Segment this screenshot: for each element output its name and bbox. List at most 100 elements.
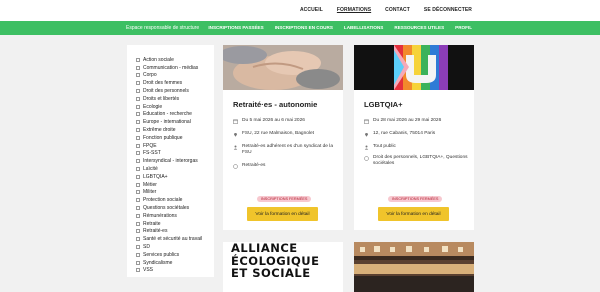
subnav-ressources-utiles[interactable]: RESSOURCES UTILES	[394, 25, 444, 30]
filter-checkbox[interactable]	[136, 135, 140, 140]
filter-checkbox[interactable]	[136, 245, 140, 250]
card-title: LGBTQIA+	[364, 100, 403, 109]
filter-item[interactable]: Protection sociale	[136, 196, 214, 204]
subnav-labellisations[interactable]: LABELLISATIONS	[344, 25, 383, 30]
filter-item[interactable]: VSS	[136, 267, 214, 275]
filter-item[interactable]: Syndicalisme	[136, 259, 214, 267]
filter-checkbox[interactable]	[136, 174, 140, 179]
card-image	[223, 45, 343, 90]
card-public: Tout public	[373, 144, 396, 149]
filter-checkbox[interactable]	[136, 112, 140, 117]
filter-item[interactable]: Europe - international	[136, 118, 214, 126]
filter-checkbox[interactable]	[136, 151, 140, 156]
filter-item[interactable]: Services publics	[136, 251, 214, 259]
main-nav: ACCUEIL FORMATIONS CONTACT SE DÉCONNECTE…	[286, 7, 472, 13]
filter-label: Laïcité	[143, 166, 158, 173]
filter-checkbox[interactable]	[136, 206, 140, 211]
filter-label: FPQE	[143, 142, 157, 149]
space-bar: Espace responsable de structure INSCRIPT…	[0, 21, 600, 35]
filter-checkbox[interactable]	[136, 96, 140, 101]
filter-checkbox[interactable]	[136, 237, 140, 242]
filter-label: Droits et libertés	[143, 95, 180, 102]
subnav-profil[interactable]: PROFIL	[455, 25, 472, 30]
card-theme: Droit des personnels, LGBTQIA+, Question…	[373, 155, 468, 166]
card-place: 12, rue Cabanis, 75014 Paris	[373, 131, 436, 136]
filter-item[interactable]: Questions sociétales	[136, 204, 214, 212]
nav-accueil[interactable]: ACCUEIL	[300, 7, 323, 13]
filter-item[interactable]: FPQE	[136, 142, 214, 150]
filter-sidebar: Action sociale Communication - médias Corp…	[127, 45, 214, 277]
nav-formations[interactable]: FORMATIONS	[337, 7, 371, 13]
filter-checkbox[interactable]	[136, 198, 140, 203]
filter-item[interactable]: Droit des personnels	[136, 87, 214, 95]
space-title: Espace responsable de structure	[126, 25, 200, 31]
filter-item[interactable]: Militer	[136, 189, 214, 197]
filter-checkbox[interactable]	[136, 221, 140, 226]
filter-checkbox[interactable]	[136, 190, 140, 195]
filter-checkbox[interactable]	[136, 229, 140, 234]
filter-checkbox[interactable]	[136, 213, 140, 218]
filter-checkbox[interactable]	[136, 81, 140, 86]
filter-label: Droit des personnels	[143, 88, 189, 95]
location-pin-icon	[233, 132, 238, 137]
filter-checkbox[interactable]	[136, 120, 140, 125]
filter-item[interactable]: Extrême droite	[136, 126, 214, 134]
filter-checkbox[interactable]	[136, 268, 140, 273]
filter-label: Métier	[143, 181, 157, 188]
calendar-icon	[364, 119, 369, 124]
filter-checkbox[interactable]	[136, 182, 140, 187]
filter-item[interactable]: Retraité-es	[136, 228, 214, 236]
view-details-button[interactable]: Voir la formation en détail	[378, 207, 449, 221]
alliance-logo-text: ALLIANCE ÉCOLOGIQUE ET SOCIALE	[231, 242, 319, 280]
filter-item[interactable]: Santé et sécurité au travail	[136, 235, 214, 243]
filter-checkbox[interactable]	[136, 252, 140, 257]
filter-label: LGBTQIA+	[143, 173, 168, 180]
subnav-inscriptions-en-cours[interactable]: INSCRIPTIONS EN COURS	[275, 25, 333, 30]
filter-checkbox[interactable]	[136, 159, 140, 164]
filter-item[interactable]: Communication - médias	[136, 64, 214, 72]
card-theme: Retraité-es	[242, 163, 266, 168]
filter-label: Retraité-es	[143, 228, 168, 235]
place-row: 12, rue Cabanis, 75014 Paris	[364, 131, 468, 137]
filter-item[interactable]: Retraite	[136, 220, 214, 228]
filter-checkbox[interactable]	[136, 128, 140, 133]
public-row: Retraité-es adhérent es d'un syndicat de…	[233, 144, 337, 156]
filter-checkbox[interactable]	[136, 167, 140, 172]
location-pin-icon	[364, 132, 369, 137]
filter-label: Fonction publique	[143, 134, 183, 141]
filter-item[interactable]: Fonction publique	[136, 134, 214, 142]
card-date: Du 28 mai 2026 au 29 mai 2026	[373, 118, 442, 123]
tag-icon	[364, 155, 369, 161]
filter-item[interactable]: Corpo	[136, 72, 214, 80]
card-date: Du 5 mai 2026 au 6 mai 2026	[242, 118, 305, 123]
filter-item[interactable]: Droits et libertés	[136, 95, 214, 103]
filter-item[interactable]: Laïcité	[136, 165, 214, 173]
filter-item[interactable]: Droit des femmes	[136, 79, 214, 87]
view-details-button[interactable]: Voir la formation en détail	[247, 207, 318, 221]
filter-item[interactable]: LGBTQIA+	[136, 173, 214, 181]
subnav-inscriptions-passees[interactable]: INSCRIPTIONS PASSÉES	[208, 25, 263, 30]
filter-checkbox[interactable]	[136, 143, 140, 148]
card-title: Retraité·es - autonomie	[233, 100, 318, 109]
filter-label: Services publics	[143, 251, 180, 258]
theme-row: Retraité-es	[233, 163, 337, 169]
nav-contact[interactable]: CONTACT	[385, 7, 410, 13]
filter-item[interactable]: Action sociale	[136, 56, 214, 64]
filter-checkbox[interactable]	[136, 89, 140, 94]
filter-item[interactable]: Intersyndical - interorgas	[136, 157, 214, 165]
filter-item[interactable]: Rémunérations	[136, 212, 214, 220]
filter-checkbox[interactable]	[136, 260, 140, 265]
filter-checkbox[interactable]	[136, 73, 140, 78]
filter-checkbox[interactable]	[136, 57, 140, 62]
filter-label: Intersyndical - interorgas	[143, 158, 198, 165]
filter-item[interactable]: SD	[136, 243, 214, 251]
filter-checkbox[interactable]	[136, 104, 140, 109]
filter-checkbox[interactable]	[136, 65, 140, 70]
top-header: ACCUEIL FORMATIONS CONTACT SE DÉCONNECTE…	[0, 0, 600, 21]
filter-item[interactable]: Education - recherche	[136, 111, 214, 119]
filter-item[interactable]: Métier	[136, 181, 214, 189]
nav-logout[interactable]: SE DÉCONNECTER	[424, 7, 472, 13]
filter-item[interactable]: FS-SST	[136, 150, 214, 158]
filter-label: Rémunérations	[143, 212, 177, 219]
filter-item[interactable]: Ecologie	[136, 103, 214, 111]
